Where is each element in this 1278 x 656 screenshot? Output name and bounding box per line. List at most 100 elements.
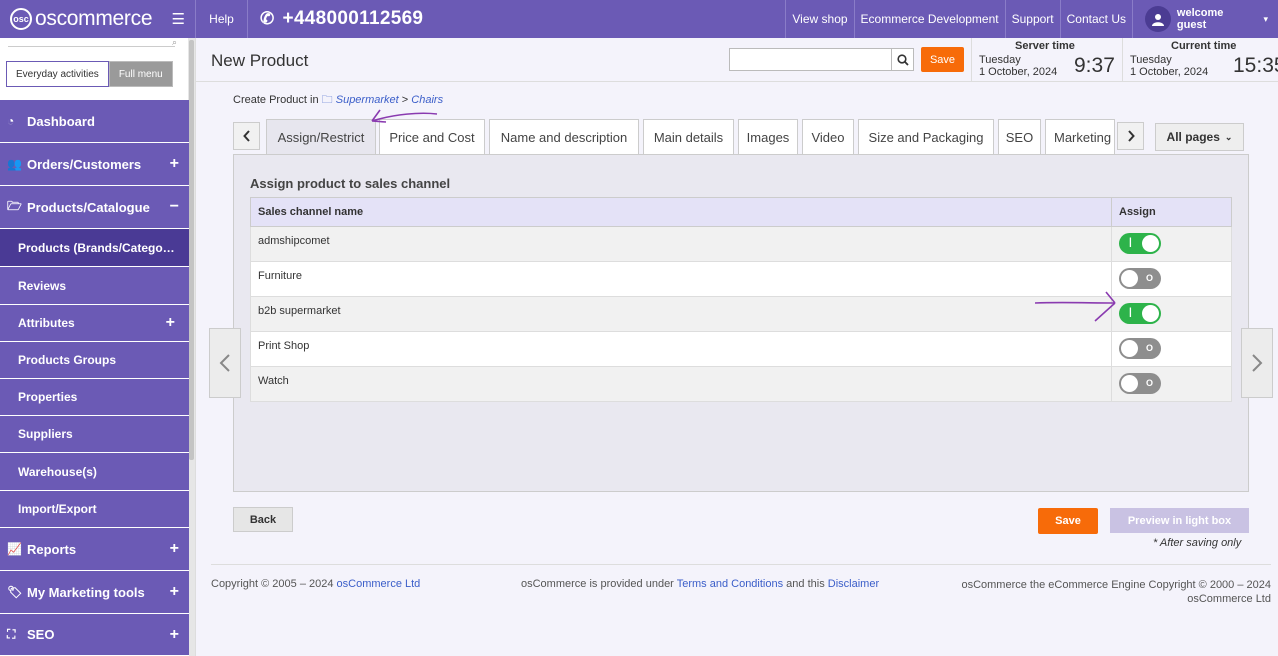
assign-cell: | (1111, 296, 1232, 332)
sidebar-item-suppliers[interactable]: Suppliers (0, 416, 189, 453)
sidebar-item-label: SEO (27, 627, 55, 642)
scrollbar-thumb[interactable] (189, 40, 194, 460)
chevron-left-icon (242, 130, 250, 142)
current-date-text: 1 October, 2024 (1130, 66, 1209, 78)
oscommerce-ltd-link[interactable]: osCommerce Ltd (337, 578, 421, 590)
back-button[interactable]: Back (233, 507, 293, 532)
and-this-text: and this (786, 578, 825, 590)
expand-icon: + (169, 155, 179, 172)
sidebar-item-reports[interactable]: 📈 Reports + (0, 528, 189, 571)
top-bar: osc oscommerce ☰ Help ✆ +448000112569 Vi… (0, 0, 1278, 38)
folder-icon: 🗁 (7, 198, 22, 213)
sidebar-item-label: Orders/Customers (27, 156, 142, 172)
top-links: View shop Ecommerce Development Support … (785, 0, 1132, 38)
folder-icon: 🗀 (321, 94, 333, 106)
assign-toggle[interactable]: O (1119, 338, 1161, 359)
assign-cell: O (1111, 261, 1232, 297)
search-icon: ⌕ (171, 37, 177, 47)
server-time-value: 9:37 (1074, 54, 1115, 77)
tab-marketing[interactable]: Marketing (1045, 119, 1115, 155)
terms-and-conditions-link[interactable]: Terms and Conditions (677, 578, 783, 590)
sidebar-item-label: Products/Catalogue (27, 199, 150, 215)
sitemap-icon: ⛶ (7, 627, 16, 641)
expand-icon: + (169, 625, 179, 643)
previous-page-button[interactable] (209, 328, 241, 398)
tab-name-and-description[interactable]: Name and description (489, 119, 639, 155)
search-button[interactable] (891, 48, 914, 71)
hamburger-menu-icon[interactable]: ☰ (172, 10, 185, 28)
table-row: Furniture O (250, 261, 1232, 297)
save-button[interactable]: Save (1038, 508, 1098, 534)
column-header-assign: Assign (1111, 197, 1232, 227)
breadcrumb-chairs-link[interactable]: Chairs (411, 94, 443, 106)
assign-cell: | (1111, 226, 1232, 262)
header-search-input[interactable] (729, 48, 892, 71)
tab-price-and-cost[interactable]: Price and Cost (379, 119, 485, 155)
tab-images[interactable]: Images (738, 119, 798, 155)
chevron-down-icon: ▾ (1263, 13, 1268, 24)
support-link[interactable]: Support (1004, 0, 1060, 38)
tabs-scroll-left-button[interactable] (233, 122, 260, 150)
chevron-down-icon: ⌄ (1224, 131, 1233, 142)
chevron-right-icon (1127, 130, 1135, 142)
tab-seo[interactable]: SEO (998, 119, 1041, 155)
view-shop-link[interactable]: View shop (785, 0, 853, 38)
phone-text: +448000112569 (282, 8, 424, 29)
sidebar-item-reviews[interactable]: Reviews (0, 267, 189, 305)
tab-main-details[interactable]: Main details (643, 119, 734, 155)
sidebar-item-label: My Marketing tools (27, 584, 145, 600)
sidebar-scrollbar[interactable] (188, 38, 195, 656)
sidebar-item-label: Products (Brands/Catego… (18, 240, 175, 255)
sidebar-item-label: Properties (18, 390, 78, 404)
preview-in-light-box-button[interactable]: Preview in light box (1110, 508, 1249, 533)
breadcrumb: Create Product in 🗀 Supermarket > Chairs (233, 91, 443, 110)
sidebar-search-input[interactable] (8, 46, 175, 47)
all-pages-label: All pages (1166, 130, 1220, 144)
sidebar-item-import-export[interactable]: Import/Export (0, 491, 189, 528)
users-icon: 👥 (7, 157, 22, 171)
sidebar-item-dashboard[interactable]: ◔ Dashboard (0, 100, 189, 143)
sidebar-item-seo[interactable]: ⛶ SEO + (0, 614, 189, 656)
logo[interactable]: osc oscommerce ☰ (0, 0, 196, 38)
ecommerce-development-link[interactable]: Ecommerce Development (853, 0, 1005, 38)
sidebar-item-orders[interactable]: 👥 Orders/Customers + (0, 143, 189, 186)
phone-icon: ✆ (260, 9, 275, 28)
assign-toggle[interactable]: | (1119, 233, 1161, 254)
table-row: Print Shop O (250, 331, 1232, 367)
sidebar-item-products[interactable]: 🗁 Products/Catalogue − (0, 186, 189, 229)
full-menu-button[interactable]: Full menu (108, 61, 173, 87)
disclaimer-link[interactable]: Disclaimer (828, 578, 879, 590)
sidebar-item-label: Reviews (18, 278, 67, 293)
user-menu[interactable]: welcome guest ▾ (1132, 0, 1278, 38)
sidebar-item-attributes[interactable]: Attributes + (0, 305, 189, 342)
sidebar-item-products-groups[interactable]: Products Groups (0, 342, 189, 379)
all-pages-dropdown[interactable]: All pages ⌄ (1155, 123, 1244, 151)
tab-size-and-packaging[interactable]: Size and Packaging (858, 119, 994, 155)
assign-toggle[interactable]: O (1119, 268, 1161, 289)
sidebar-item-properties[interactable]: Properties (0, 379, 189, 416)
engine-copyright-line1: osCommerce the eCommerce Engine Copyrigh… (961, 579, 1271, 591)
help-link[interactable]: Help (196, 0, 248, 38)
assign-toggle[interactable]: | (1119, 303, 1161, 324)
assign-toggle[interactable]: O (1119, 373, 1161, 394)
after-saving-note: * After saving only (1153, 537, 1242, 549)
sales-channel-name: Print Shop (250, 331, 1112, 367)
everyday-activities-button[interactable]: Everyday activities (6, 61, 109, 87)
breadcrumb-supermarket-link[interactable]: Supermarket (336, 94, 399, 106)
copyright-text: Copyright © 2005 – 2024 (211, 578, 334, 590)
assign-cell: O (1111, 331, 1232, 367)
header-save-button[interactable]: Save (921, 47, 964, 72)
next-page-button[interactable] (1241, 328, 1273, 398)
tab-assign-restrict[interactable]: Assign/Restrict (266, 119, 376, 155)
logo-mark-icon: osc (10, 8, 32, 30)
sidebar-item-marketing[interactable]: 🏷 My Marketing tools + (0, 571, 189, 614)
tabs-scroll-right-button[interactable] (1117, 122, 1144, 150)
sidebar-item-products-brands[interactable]: Products (Brands/Catego… (0, 229, 189, 267)
contact-us-link[interactable]: Contact Us (1059, 0, 1132, 38)
sales-channel-panel: Assign product to sales channel Sales ch… (233, 154, 1249, 492)
tab-video[interactable]: Video (802, 119, 854, 155)
sidebar-item-warehouses[interactable]: Warehouse(s) (0, 453, 189, 491)
footer-terms: osCommerce is provided under Terms and C… (521, 578, 879, 590)
toggle-on-mark: | (1129, 237, 1132, 248)
expand-icon: + (169, 583, 179, 600)
